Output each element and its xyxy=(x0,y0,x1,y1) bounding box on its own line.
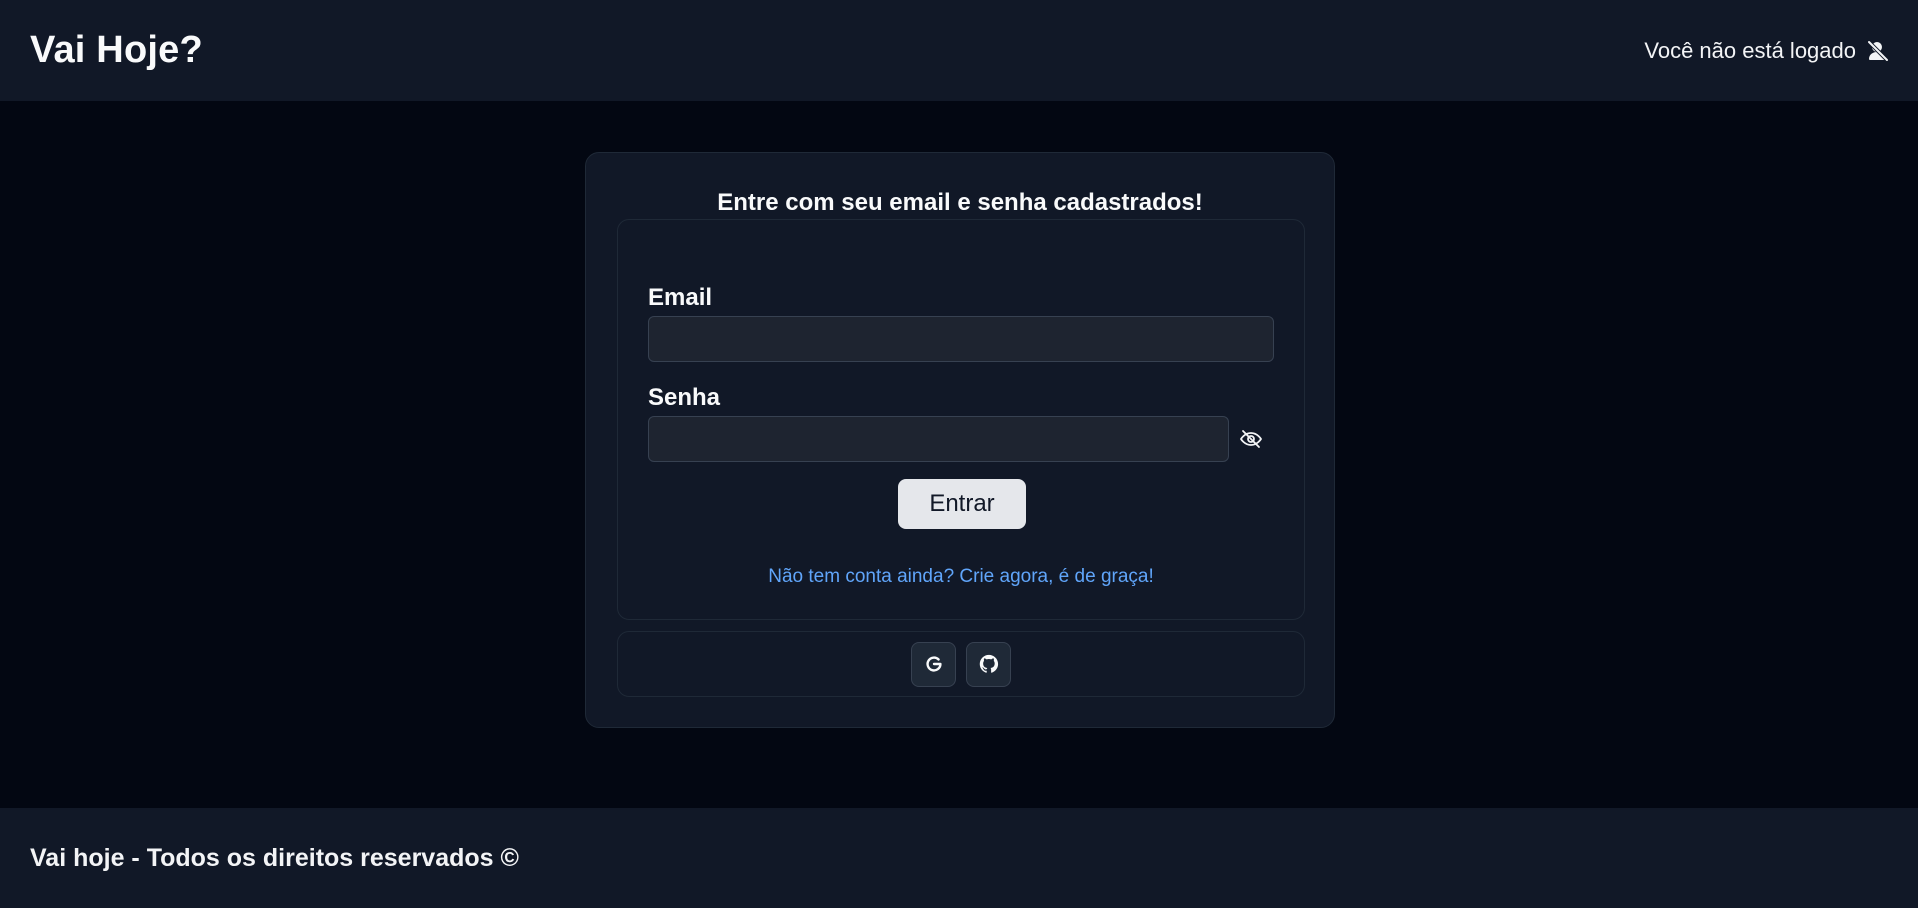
signup-link[interactable]: Não tem conta ainda? Crie agora, é de gr… xyxy=(618,566,1304,588)
login-card: Entre com seu email e senha cadastrados!… xyxy=(585,152,1335,728)
email-field[interactable] xyxy=(648,316,1274,362)
email-label: Email xyxy=(648,284,713,311)
password-label: Senha xyxy=(648,384,721,411)
app-brand[interactable]: Vai Hoje? xyxy=(30,29,203,72)
password-field[interactable] xyxy=(648,416,1229,462)
login-status-text: Você não está logado xyxy=(1644,37,1856,63)
login-status: Você não está logado xyxy=(1644,38,1890,64)
top-header: Vai Hoje? Você não está logado xyxy=(0,0,1918,101)
google-login-button[interactable] xyxy=(911,641,956,687)
google-icon xyxy=(925,656,942,672)
eye-off-icon[interactable] xyxy=(1239,427,1263,451)
login-form: Email Senha Entrar Não tem conta ainda? … xyxy=(617,219,1305,620)
github-login-button[interactable] xyxy=(966,641,1011,687)
social-login xyxy=(617,631,1305,697)
login-title: Entre com seu email e senha cadastrados! xyxy=(717,189,1203,216)
page-footer: Vai hoje - Todos os direitos reservados … xyxy=(0,808,1918,908)
footer-text: Vai hoje - Todos os direitos reservados … xyxy=(30,843,519,872)
user-off-icon xyxy=(1867,39,1889,62)
submit-button[interactable]: Entrar xyxy=(898,479,1026,529)
github-icon xyxy=(979,654,998,673)
